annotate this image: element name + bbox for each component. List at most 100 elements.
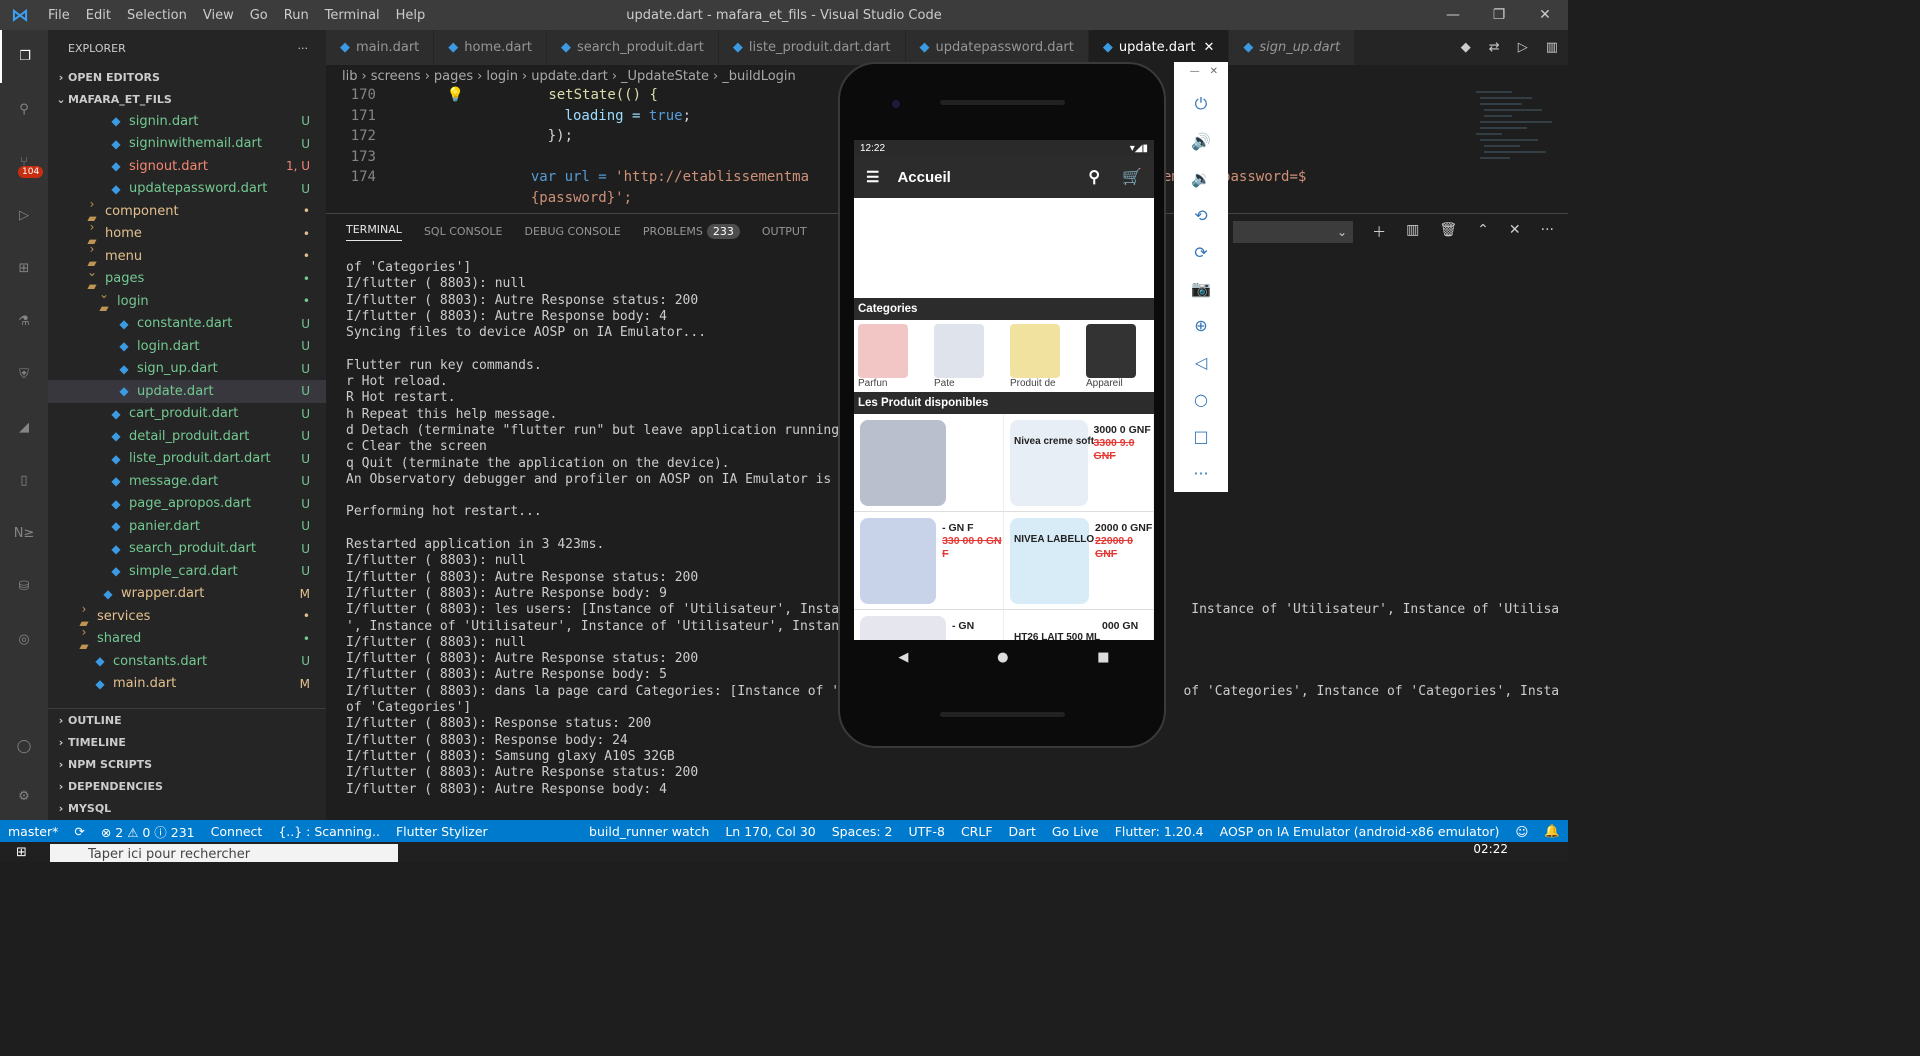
restore-icon[interactable]: ❐	[1476, 0, 1522, 30]
run-icon[interactable]: ▷	[1518, 40, 1528, 55]
tab-search_produit-dart[interactable]: ◆ search_produit.dart	[546, 30, 719, 65]
open-editors-section[interactable]: › OPEN EDITORS	[48, 66, 326, 88]
file-item[interactable]: ◆ constants.dart U	[48, 650, 326, 673]
feedback-icon[interactable]: ☺	[1507, 824, 1536, 839]
breadcrumb-item[interactable]: login	[486, 69, 518, 84]
shield-icon[interactable]: ⛨	[0, 348, 48, 401]
maximize-panel-icon[interactable]: ⌃	[1477, 222, 1489, 242]
tab-terminal[interactable]: TERMINAL	[346, 223, 402, 241]
minimap[interactable]	[1472, 88, 1562, 208]
project-section[interactable]: ⌄ MAFARA_ET_FILS	[48, 88, 326, 110]
run-debug-icon[interactable]: ▷	[0, 189, 48, 242]
emu-close-icon[interactable]: ✕	[1210, 66, 1218, 86]
section-outline[interactable]: › OUTLINE	[48, 709, 326, 731]
tab-sql-console[interactable]: SQL CONSOLE	[424, 225, 503, 238]
bell-icon[interactable]: 🔔	[1536, 823, 1568, 839]
hamburger-menu-icon[interactable]: ☰	[866, 168, 879, 186]
windows-start-icon[interactable]: ⊞	[16, 845, 27, 860]
flutter-version[interactable]: Flutter: 1.20.4	[1107, 824, 1212, 839]
home-icon[interactable]: ○	[1194, 381, 1208, 418]
build-runner-status[interactable]: build_runner watch	[581, 824, 717, 839]
go-live[interactable]: Go Live	[1044, 824, 1107, 839]
lightbulb-icon[interactable]: 💡	[447, 87, 464, 103]
extensions-icon[interactable]: ⊞	[0, 242, 48, 295]
tab-output[interactable]: OUTPUT	[762, 225, 807, 238]
file-item[interactable]: ◆ signin.dart U	[48, 110, 326, 133]
minimize-icon[interactable]: —	[1430, 0, 1476, 30]
bookmark-icon[interactable]: ▯	[0, 454, 48, 507]
file-item[interactable]: ◆ simple_card.dart U	[48, 560, 326, 583]
tab-updatepassword-dart[interactable]: ◆ updatepassword.dart	[905, 30, 1089, 65]
file-item[interactable]: ◆ search_produit.dart U	[48, 538, 326, 561]
flutter-icon[interactable]: ◢	[0, 401, 48, 454]
breadcrumb-item[interactable]: update.dart	[531, 69, 608, 84]
git-icon[interactable]: ◆	[1461, 40, 1471, 55]
more-icon[interactable]: ···	[1193, 455, 1208, 492]
menu-selection[interactable]: Selection	[119, 8, 195, 23]
trash-icon[interactable]: 🗑	[1439, 222, 1457, 242]
category-item[interactable]: Appareil	[1086, 324, 1140, 392]
product-card[interactable]: - GN	[854, 610, 1004, 640]
overview-icon[interactable]: □	[1193, 418, 1208, 455]
menu-terminal[interactable]: Terminal	[317, 8, 388, 23]
file-item[interactable]: ◆ liste_produit.dart.dart U	[48, 448, 326, 471]
more-actions-icon[interactable]: ···	[298, 42, 309, 55]
emu-minimize-icon[interactable]: —	[1190, 66, 1200, 86]
section-mysql[interactable]: › MYSQL	[48, 797, 326, 819]
more-icon[interactable]: ···	[1541, 222, 1554, 242]
section-timeline[interactable]: › TIMELINE	[48, 731, 326, 753]
tab-update-dart[interactable]: ◆ update.dart ✕	[1088, 30, 1230, 65]
tab-main-dart[interactable]: ◆ main.dart	[326, 30, 435, 65]
problems-status[interactable]: ⊗ 2 ⚠ 0 ⓘ 231	[93, 822, 203, 841]
remote-icon[interactable]: ◎	[0, 613, 48, 666]
file-item[interactable]: ◆ message.dart U	[48, 470, 326, 493]
rotate-right-icon[interactable]: ⟳	[1194, 234, 1207, 271]
close-tab-icon[interactable]: ✕	[1203, 40, 1214, 55]
tab-debug-console[interactable]: DEBUG CONSOLE	[525, 225, 621, 238]
compare-icon[interactable]: ⇄	[1489, 40, 1500, 55]
file-item[interactable]: ◆ signinwithemail.dart U	[48, 133, 326, 156]
zoom-icon[interactable]: ⊕	[1194, 307, 1207, 344]
tab-problems[interactable]: PROBLEMS 233	[643, 224, 740, 239]
menu-file[interactable]: File	[40, 8, 78, 23]
section-npm-scripts[interactable]: › NPM SCRIPTS	[48, 753, 326, 775]
file-item[interactable]: ◆ main.dart M	[48, 673, 326, 696]
tab-sign_up-dart[interactable]: ◆ sign_up.dart	[1229, 30, 1356, 65]
screenshot-icon[interactable]: 📷	[1191, 270, 1211, 307]
tab-liste_produit-dart-dart[interactable]: ◆ liste_produit.dart.dart	[718, 30, 906, 65]
category-item[interactable]: Parfun	[858, 324, 912, 392]
indentation[interactable]: Spaces: 2	[824, 824, 901, 839]
file-item[interactable]: ◆ page_apropos.dart U	[48, 493, 326, 516]
split-terminal-icon[interactable]: ▥	[1406, 222, 1419, 242]
breadcrumb-item[interactable]: _UpdateState	[621, 69, 709, 84]
tab-home-dart[interactable]: ◆ home.dart	[434, 30, 547, 65]
recents-icon[interactable]: ■	[1097, 650, 1109, 665]
folder-item[interactable]: ⌄ ▰ login •	[48, 287, 326, 315]
taskbar-search-input[interactable]: Taper ici pour rechercher	[50, 844, 398, 862]
gear-icon[interactable]: ⚙	[0, 770, 48, 823]
file-item[interactable]: ◆ signout.dart 1, U	[48, 155, 326, 178]
breadcrumb-item[interactable]: _buildLogin	[722, 69, 796, 84]
rotate-left-icon[interactable]: ⟲	[1194, 197, 1207, 234]
database-icon[interactable]: ⛁	[0, 560, 48, 613]
connect-status[interactable]: Connect	[203, 824, 271, 839]
close-icon[interactable]: ✕	[1522, 0, 1568, 30]
source-control-icon[interactable]: ⑂ 104	[0, 136, 48, 189]
category-item[interactable]: Pate	[934, 324, 988, 392]
device-status[interactable]: AOSP on IA Emulator (android-x86 emulato…	[1212, 824, 1508, 839]
menu-go[interactable]: Go	[242, 8, 276, 23]
testing-icon[interactable]: ⚗	[0, 295, 48, 348]
phone-screen[interactable]: 12:22 ▾◢▮ ☰ Accueil ⚲ 🛒 Categories Parfun…	[854, 140, 1154, 640]
encoding[interactable]: UTF-8	[900, 824, 952, 839]
file-item[interactable]: ◆ detail_produit.dart U	[48, 425, 326, 448]
search-icon[interactable]: ⚲	[1088, 167, 1100, 187]
product-card[interactable]: 2000 0 GNF 22000 0 GNF NIVEA LABELLO	[1004, 512, 1154, 610]
folder-item[interactable]: › ▰ shared •	[48, 625, 326, 653]
file-item[interactable]: ◆ cart_produit.dart U	[48, 403, 326, 426]
category-item[interactable]: Produit de	[1010, 324, 1064, 392]
close-panel-icon[interactable]: ✕	[1509, 222, 1521, 242]
product-card[interactable]: 3000 0 GNF 3300 9.0 GNF Nivea creme soft	[1004, 414, 1154, 512]
menu-edit[interactable]: Edit	[78, 8, 119, 23]
new-terminal-icon[interactable]: ＋	[1372, 222, 1386, 242]
file-item[interactable]: ◆ update.dart U	[48, 380, 326, 403]
